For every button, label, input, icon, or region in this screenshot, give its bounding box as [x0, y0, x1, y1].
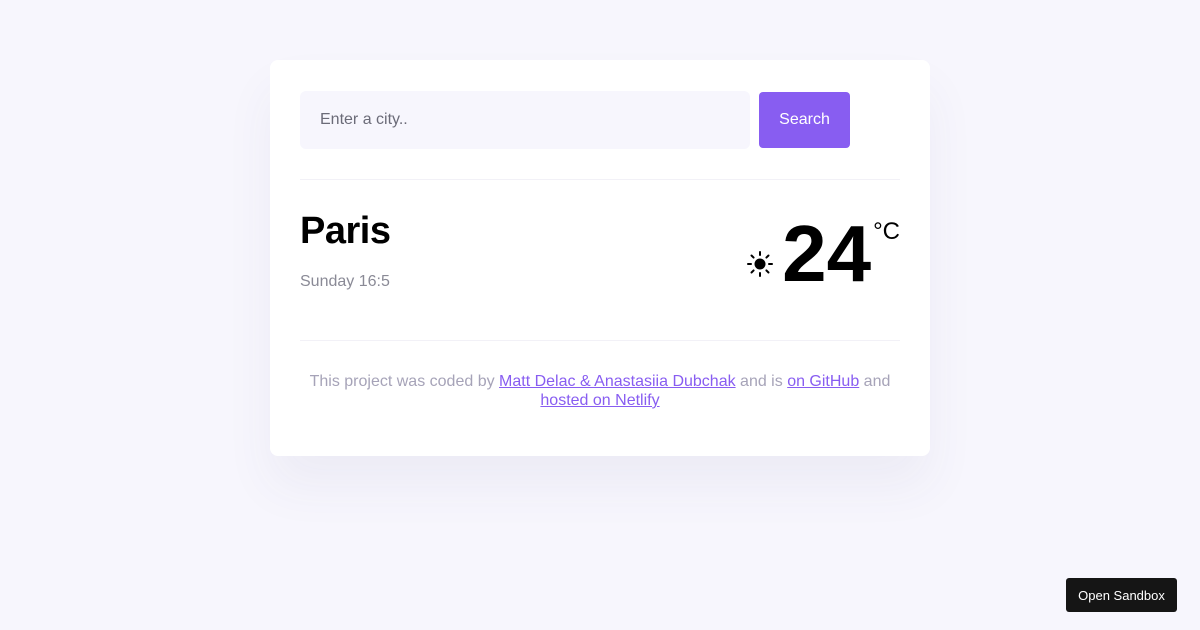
weather-app-card: Search Paris Sunday 16:5 24 °C — [270, 60, 930, 456]
credits-text: and — [859, 373, 891, 390]
temperature-value: 24 — [782, 209, 872, 298]
netlify-link[interactable]: hosted on Netlify — [540, 392, 659, 409]
search-button[interactable]: Search — [759, 92, 850, 148]
current-weather: Paris Sunday 16:5 24 °C — [300, 180, 900, 340]
open-sandbox-button[interactable]: Open Sandbox — [1066, 578, 1177, 612]
credits-text: This project was coded by — [309, 373, 500, 390]
date-time: Sunday 16:5 — [300, 273, 390, 290]
temperature-unit: °C — [873, 218, 900, 245]
temperature-block: 24 °C — [746, 214, 900, 294]
search-form: Search — [300, 90, 900, 150]
credits-text: and is — [735, 373, 788, 390]
credits-footer: This project was coded by Matt Delac & A… — [300, 341, 900, 410]
authors-link[interactable]: Matt Delac & Anastasiia Dubchak — [499, 373, 736, 390]
sun-icon — [747, 251, 774, 277]
city-name: Paris — [300, 210, 391, 252]
github-link[interactable]: on GitHub — [787, 373, 859, 390]
city-search-input[interactable] — [300, 91, 750, 149]
